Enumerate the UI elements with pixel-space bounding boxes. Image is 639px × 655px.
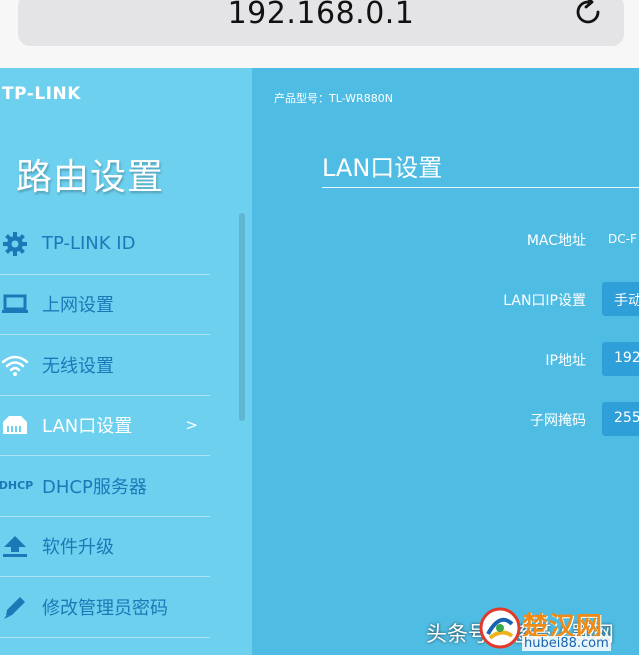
lan-ip-mode-value: 手动: [614, 293, 639, 309]
sidebar-item-dhcp[interactable]: DH CP DHCP服务器: [0, 456, 210, 517]
dhcp-icon: DH CP: [0, 479, 34, 493]
sidebar-item-label: 无线设置: [42, 355, 114, 377]
lan-ip-mode-label: LAN口IP设置: [503, 293, 586, 309]
form-row-ip: IP地址 192: [252, 342, 639, 376]
sidebar: TP-LINK 路由设置 TP-LINK ID 上网设置 无线设置 LAN口设置…: [0, 68, 252, 655]
subnet-mask-input[interactable]: 255: [602, 402, 639, 436]
sidebar-item-wireless[interactable]: 无线设置: [0, 335, 210, 396]
sidebar-item-internet[interactable]: 上网设置: [0, 275, 210, 335]
gear-icon: [0, 229, 30, 259]
url-text: 192.168.0.1: [227, 0, 415, 31]
mac-value: DC-F: [608, 232, 637, 246]
mac-label: MAC地址: [526, 233, 586, 249]
form-row-subnet: 子网掩码 255: [252, 402, 639, 436]
subnet-label: 子网掩码: [530, 413, 586, 429]
sidebar-menu: TP-LINK ID 上网设置 无线设置 LAN口设置 > DH CP DHCP…: [0, 214, 210, 638]
pencil-icon: [0, 592, 30, 622]
reload-icon[interactable]: [572, 0, 604, 28]
sidebar-item-tp-link-id[interactable]: TP-LINK ID: [0, 214, 210, 275]
address-bar[interactable]: 192.168.0.1: [18, 0, 624, 46]
page-title: LAN口设置: [322, 154, 443, 182]
ip-address-value: 192: [614, 350, 639, 366]
sidebar-item-label: 上网设置: [42, 295, 114, 317]
sidebar-item-label: TP-LINK ID: [42, 233, 136, 255]
sidebar-item-password[interactable]: 修改管理员密码: [0, 577, 210, 638]
sidebar-item-lan[interactable]: LAN口设置 >: [0, 396, 210, 456]
product-model: 产品型号：TL-WR880N: [274, 92, 393, 105]
form-row-mac: MAC地址 DC-F: [252, 222, 639, 256]
ip-label: IP地址: [545, 353, 586, 369]
ethernet-icon: [0, 410, 30, 440]
tp-link-logo: TP-LINK: [2, 84, 81, 104]
sidebar-item-label: LAN口设置: [42, 416, 133, 438]
main-panel: 产品型号：TL-WR880N LAN口设置 MAC地址 DC-F LAN口IP设…: [252, 68, 639, 655]
watermark-logo-icon: [479, 607, 521, 649]
laptop-icon: [0, 289, 30, 319]
browser-toolbar: 192.168.0.1: [0, 0, 639, 68]
chevron-right-icon: >: [185, 416, 198, 435]
sidebar-item-label: 软件升级: [42, 537, 114, 559]
subnet-mask-value: 255: [614, 410, 639, 426]
sidebar-item-label: 修改管理员密码: [42, 597, 168, 619]
sidebar-item-firmware[interactable]: 软件升级: [0, 517, 210, 577]
sidebar-title: 路由设置: [16, 157, 165, 198]
lan-ip-mode-select[interactable]: 手动: [602, 282, 639, 316]
ip-address-input[interactable]: 192: [602, 342, 639, 376]
watermark-domain: hubei88.com: [522, 636, 611, 651]
wifi-icon: [0, 350, 30, 380]
sidebar-item-label: DHCP服务器: [42, 476, 147, 498]
title-divider: [322, 187, 639, 188]
upload-icon: [0, 531, 30, 561]
form-row-lan-ip-mode: LAN口IP设置 手动: [252, 282, 639, 316]
sidebar-scrollbar[interactable]: [239, 213, 245, 421]
